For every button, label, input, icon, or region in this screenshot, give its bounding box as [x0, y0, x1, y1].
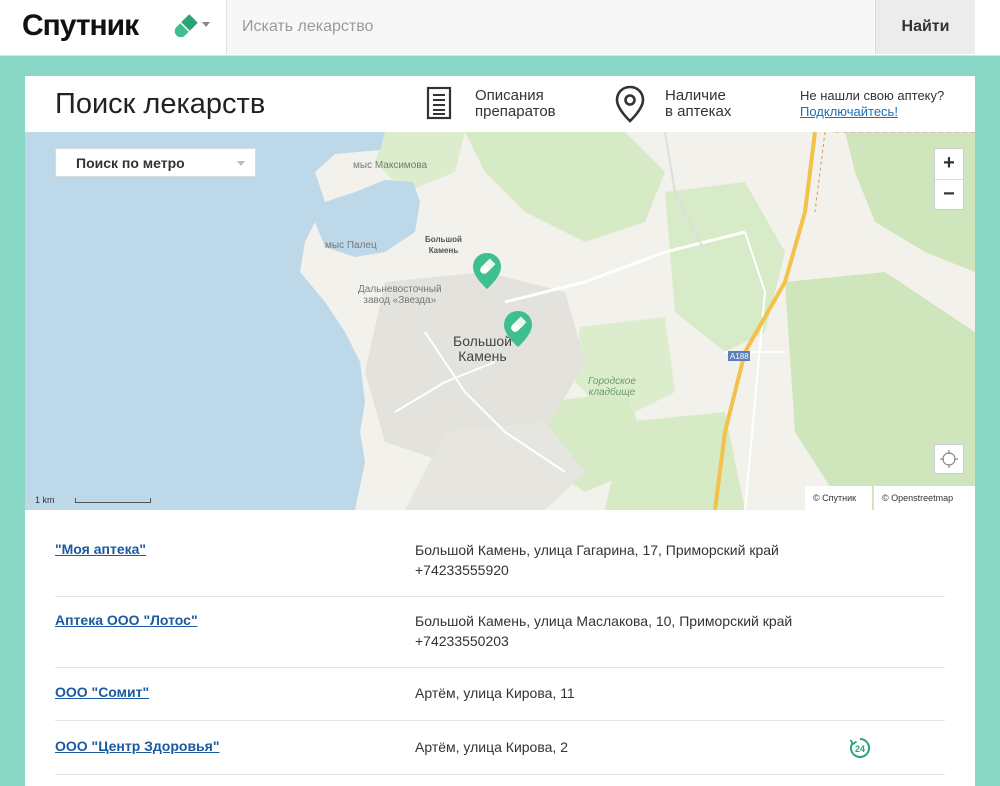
map-label-cemetery: Городское кладбище — [588, 376, 636, 398]
zoom-out-button[interactable]: − — [935, 180, 963, 210]
map-label-cape-palets: мыс Палец — [325, 240, 377, 251]
page-title: Поиск лекарств — [55, 88, 266, 120]
main-card: Поиск лекарств Описания препаратов Налич… — [25, 76, 975, 786]
pharmacy-address: Артём, улица Кирова, 2 — [415, 737, 568, 757]
pharmacy-address: Большой Камень, улица Гагарина, 17, Прим… — [415, 540, 779, 580]
map-label-road: A188 — [730, 352, 749, 361]
pharmacy-address: Большой Камень, улица Маслакова, 10, При… — [415, 611, 792, 651]
pharmacy-name-link[interactable]: ООО "Центр Здоровья" — [55, 738, 219, 754]
logo-text[interactable]: Спутник — [22, 9, 139, 43]
phone-text: +74233550203 — [415, 633, 509, 649]
connect-block: Не нашли свою аптеку? Подключайтесь! — [800, 88, 944, 120]
pill-logo-icon[interactable] — [170, 12, 200, 42]
chevron-down-icon — [237, 161, 245, 166]
top-bar: Спутник Найти — [0, 0, 1000, 56]
address-text: Большой Камень, улица Маслакова, 10, При… — [415, 613, 793, 629]
connect-link[interactable]: Подключайтесь! — [800, 104, 898, 119]
attribution-osm[interactable]: © Openstreetmap — [873, 486, 975, 510]
pharmacy-name-link[interactable]: ООО "Сомит" — [55, 684, 149, 700]
search-input[interactable] — [226, 0, 874, 54]
metro-select-label: Поиск по метро — [76, 155, 185, 171]
search-button[interactable]: Найти — [875, 0, 975, 54]
pharmacy-list: "Моя аптека" Большой Камень, улица Гагар… — [55, 526, 945, 775]
crosshair-icon — [940, 450, 958, 468]
pharmacy-marker[interactable] — [471, 251, 503, 291]
zoom-control: + − — [934, 148, 964, 210]
list-item: "Моя аптека" Большой Камень, улица Гагар… — [55, 526, 945, 597]
feature-label-line2: препаратов — [475, 103, 556, 120]
metro-select[interactable]: Поиск по метро — [55, 148, 256, 177]
address-text: Артём, улица Кирова, 2 — [415, 739, 568, 755]
map-label-cape-maksimova: мыс Максимова — [353, 160, 428, 171]
24-hours-icon: 24 — [849, 738, 870, 758]
address-text: Большой Камень, улица Гагарина, 17, Прим… — [415, 542, 779, 558]
attribution-sputnik[interactable]: © Спутник — [805, 486, 872, 510]
feature-label-line1: Описания — [475, 87, 544, 104]
map-label-station: Большой Камень — [425, 235, 462, 255]
pharmacy-name-link[interactable]: Аптека ООО "Лотос" — [55, 612, 198, 628]
pharmacy-name-link[interactable]: "Моя аптека" — [55, 541, 146, 557]
map-label-zavod: Дальневосточный завод «Звезда» — [358, 284, 442, 306]
address-text: Артём, улица Кирова, 11 — [415, 685, 575, 701]
map-background — [25, 132, 975, 510]
feature-label-line1: Наличие — [665, 87, 726, 104]
document-icon — [426, 86, 452, 120]
map-pin-icon — [615, 85, 645, 123]
map-scale-label: 1 km — [35, 495, 55, 505]
list-item: ООО "Центр Здоровья" Артём, улица Кирова… — [55, 721, 945, 775]
map-scale-bar — [75, 498, 151, 503]
chevron-down-icon[interactable] — [202, 22, 210, 27]
locate-button[interactable] — [934, 444, 964, 474]
drug-descriptions-link[interactable]: Описания препаратов — [425, 76, 556, 132]
list-item: Аптека ООО "Лотос" Большой Камень, улица… — [55, 597, 945, 668]
pharmacy-availability-link[interactable]: Наличие в аптеках — [613, 76, 731, 132]
zoom-in-button[interactable]: + — [935, 149, 963, 180]
pharmacy-address: Артём, улица Кирова, 11 — [415, 683, 575, 703]
map[interactable]: мыс Максимова мыс Палец Большой Камень Д… — [25, 132, 975, 510]
phone-text: +74233555920 — [415, 562, 509, 578]
list-item: ООО "Сомит" Артём, улица Кирова, 11 — [55, 668, 945, 721]
feature-label-line2: в аптеках — [665, 103, 732, 120]
pharmacy-marker[interactable] — [502, 309, 534, 349]
connect-question: Не нашли свою аптеку? — [800, 88, 945, 103]
24-hours-badge-text: 24 — [855, 744, 865, 754]
